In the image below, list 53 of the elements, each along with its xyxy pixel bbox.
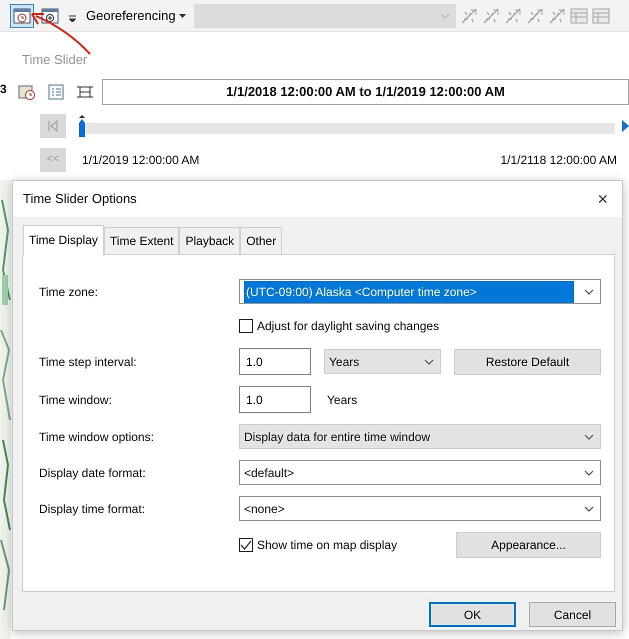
first-step-button[interactable] bbox=[40, 114, 66, 138]
checkbox-label: Adjust for daylight saving changes bbox=[257, 318, 440, 335]
start-time-label: 1/1/2019 12:00:00 AM bbox=[82, 152, 200, 168]
number-input[interactable]: 1.0 bbox=[239, 348, 311, 375]
chevron-down-icon bbox=[584, 434, 594, 440]
chevron-down-icon bbox=[584, 288, 594, 294]
slider-track[interactable] bbox=[82, 114, 615, 136]
clock-icon bbox=[18, 84, 36, 100]
appearance-button[interactable]: Appearance... bbox=[456, 532, 601, 558]
slider-thumb[interactable] bbox=[76, 114, 88, 136]
unit-label: Years bbox=[327, 392, 358, 408]
field-label: Time window: bbox=[39, 392, 113, 408]
caret-icon bbox=[178, 14, 186, 18]
end-time-label: 1/1/2118 12:00:00 AM bbox=[500, 152, 617, 168]
georeferencing-menu[interactable]: Georeferencing bbox=[82, 4, 190, 28]
restore-default-button[interactable]: Restore Default bbox=[454, 348, 601, 374]
field-label: Time zone: bbox=[39, 284, 99, 300]
unit-dropdown[interactable]: Years bbox=[324, 349, 441, 374]
tab[interactable]: Time Display bbox=[23, 225, 104, 255]
field-label: Display date format: bbox=[39, 464, 147, 482]
skip-back-icon bbox=[48, 120, 58, 132]
zoom-icon bbox=[41, 8, 59, 24]
checkbox[interactable] bbox=[239, 319, 253, 333]
checkbox-label: Show time on map display bbox=[257, 537, 398, 554]
chevron-down-icon bbox=[584, 470, 594, 476]
close-button[interactable]: × bbox=[593, 186, 612, 212]
chevron-down-icon bbox=[440, 12, 450, 18]
clock-icon bbox=[13, 8, 31, 24]
ok-button[interactable]: OK bbox=[429, 602, 516, 627]
edge-label: 3 bbox=[0, 81, 7, 98]
check-icon bbox=[240, 540, 252, 550]
time-extent-display: 1/1/2018 12:00:00 AM to 1/1/2019 12:00:00 AM bbox=[102, 78, 629, 104]
list-icon bbox=[48, 84, 64, 100]
chevron-down-icon bbox=[584, 506, 594, 512]
clock-window-button[interactable] bbox=[10, 4, 34, 28]
dropdown[interactable]: <none> bbox=[239, 496, 601, 521]
tab[interactable]: Playback bbox=[179, 227, 240, 254]
dialog-title: Time Slider Options bbox=[23, 190, 137, 208]
checkbox[interactable] bbox=[239, 538, 253, 552]
time-zone-dropdown[interactable]: (UTC-09:00) Alaska <Computer time zone> bbox=[239, 279, 601, 304]
dropdown[interactable]: Display data for entire time window bbox=[239, 424, 601, 449]
play-icon[interactable] bbox=[622, 120, 629, 132]
field-label: Time window options: bbox=[39, 428, 155, 446]
film-icon bbox=[76, 86, 94, 98]
dropdown[interactable]: <default> bbox=[239, 460, 601, 485]
panel-title: Time Slider bbox=[21, 51, 88, 69]
chevron-down-icon bbox=[424, 358, 434, 364]
field-label: Time step interval: bbox=[39, 354, 138, 370]
number-input[interactable]: 1.0 bbox=[239, 386, 311, 413]
field-label: Display time format: bbox=[39, 500, 146, 518]
tab[interactable]: Other bbox=[240, 227, 282, 254]
tab[interactable]: Time Extent bbox=[104, 227, 180, 254]
cancel-button[interactable]: Cancel bbox=[529, 602, 616, 627]
